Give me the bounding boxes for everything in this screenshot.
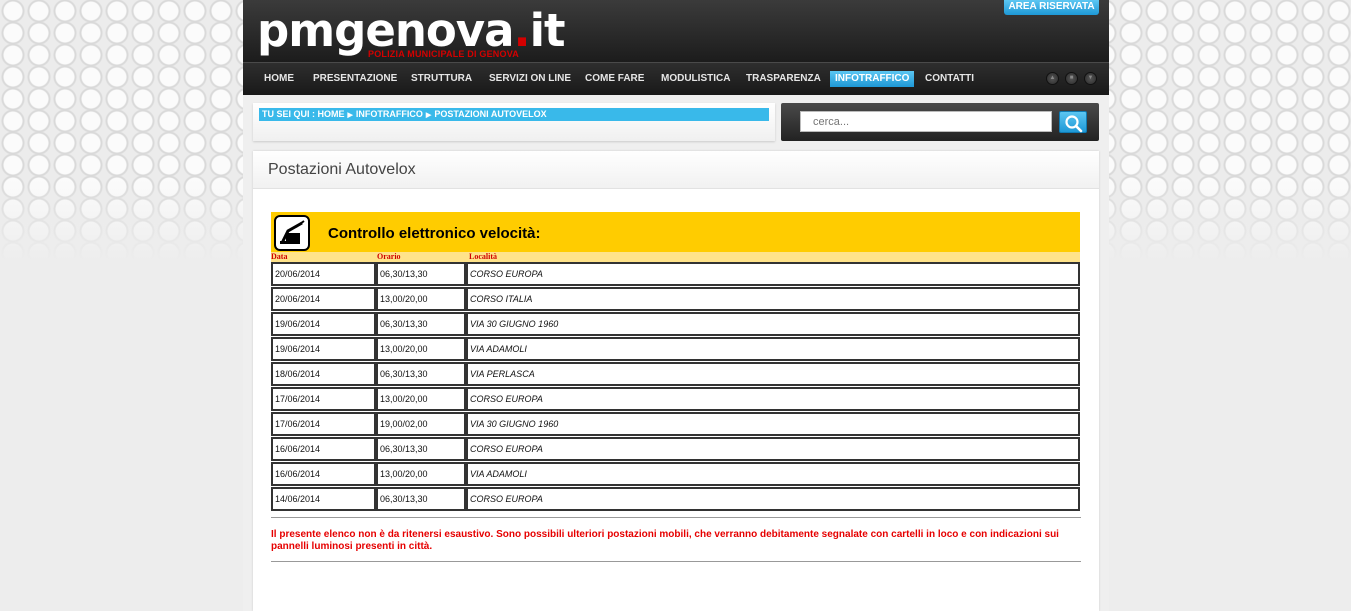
breadcrumb-home[interactable]: HOME [318,109,345,119]
table-row: 20/06/2014 13,00/20,00 CORSO ITALIA [271,287,1080,311]
breadcrumb-arrow-icon: ▶ [347,112,353,119]
cell-location: CORSO EUROPA [466,437,1080,461]
content-panel: Postazioni Autovelox Controllo elettroni… [253,151,1099,611]
cell-location: VIA ADAMOLI [466,462,1080,486]
cell-date: 20/06/2014 [271,262,376,286]
table-row: 20/06/2014 06,30/13,30 CORSO EUROPA [271,262,1080,286]
cell-date: 19/06/2014 [271,337,376,361]
cell-location: CORSO EUROPA [466,487,1080,511]
breadcrumb: TU SEI QUI : HOME ▶ INFOTRAFFICO ▶ POSTAZION… [259,108,769,121]
search-panel [781,103,1099,141]
speed-camera-icon [274,215,310,251]
cell-time: 06,30/13,30 [376,487,466,511]
disclaimer-notice: Il presente elenco non è da ritenersi es… [271,529,1059,552]
main-nav: HOME PRESENTAZIONE STRUTTURA SERVIZI ON … [243,62,1109,95]
logo-tld-text: it [529,4,566,57]
nav-item-struttura[interactable]: STRUTTURA [406,71,477,87]
cell-location: VIA PERLASCA [466,362,1080,386]
nav-item-come-fare[interactable]: COME FARE [580,71,649,87]
cell-time: 06,30/13,30 [376,312,466,336]
nav-item-contatti[interactable]: CONTATTI [920,71,979,87]
page-container: pmgenova.it POLIZIA MUNICIPALE DI GENOVA… [243,0,1109,611]
area-riservata-button[interactable]: AREA RISERVATA [1004,0,1099,15]
breadcrumb-arrow-icon: ▶ [425,112,432,119]
cell-location: VIA ADAMOLI [466,337,1080,361]
cell-date: 19/06/2014 [271,312,376,336]
cell-time: 06,30/13,30 [376,362,466,386]
cell-location: VIA 30 GIUGNO 1960 [466,312,1080,336]
logo-subtitle: POLIZIA MUNICIPALE DI GENOVA [368,49,519,59]
breadcrumb-panel: TU SEI QUI : HOME ▶ INFOTRAFFICO ▶ POSTAZION… [253,103,775,141]
cell-date: 14/06/2014 [271,487,376,511]
cell-time: 06,30/13,30 [376,437,466,461]
nav-item-home[interactable]: HOME [259,71,299,87]
search-icon [1065,115,1083,133]
divider [271,561,1081,562]
cell-date: 20/06/2014 [271,287,376,311]
cell-time: 13,00/20,00 [376,287,466,311]
cell-time: 13,00/20,00 [376,462,466,486]
column-header-localita: Località [469,252,497,261]
breadcrumb-current: POSTAZIONI AUTOVELOX [434,109,547,119]
cell-time: 13,00/20,00 [376,387,466,411]
content-header: Postazioni Autovelox [253,151,1099,189]
cell-time: 13,00/20,00 [376,337,466,361]
search-button[interactable] [1059,111,1087,133]
speed-control-banner: Controllo elettronico velocità: [271,212,1080,252]
site-header: pmgenova.it POLIZIA MUNICIPALE DI GENOVA… [243,0,1109,62]
divider [271,517,1081,518]
cell-location: VIA 30 GIUGNO 1960 [466,412,1080,436]
cell-location: CORSO EUROPA [466,387,1080,411]
cell-time: 06,30/13,30 [376,262,466,286]
nav-item-trasparenza[interactable]: TRASPARENZA [741,71,826,87]
nav-pause-icon[interactable]: ■ [1065,72,1078,85]
nav-next-icon[interactable]: ▼ [1084,72,1097,85]
cell-date: 16/06/2014 [271,437,376,461]
nav-item-presentazione[interactable]: PRESENTAZIONE [308,71,402,87]
column-header-orario: Orario [377,252,401,261]
cell-location: CORSO ITALIA [466,287,1080,311]
nav-item-infotraffico[interactable]: INFOTRAFFICO [830,71,915,87]
cell-time: 19,00/02,00 [376,412,466,436]
breadcrumb-prefix: TU SEI QUI : [262,109,316,119]
table-row: 14/06/2014 06,30/13,30 CORSO EUROPA [271,487,1080,511]
speed-camera-table: 20/06/2014 06,30/13,30 CORSO EUROPA 20/06/… [271,261,1080,512]
cell-date: 16/06/2014 [271,462,376,486]
banner-title: Controllo elettronico velocità: [328,225,541,242]
page-title: Postazioni Autovelox [268,161,416,178]
breadcrumb-infotraffico[interactable]: INFOTRAFFICO [356,109,423,119]
cell-date: 18/06/2014 [271,362,376,386]
table-row: 16/06/2014 06,30/13,30 CORSO EUROPA [271,437,1080,461]
nav-item-servizi-on-line[interactable]: SERVIZI ON LINE [484,71,576,87]
table-row: 19/06/2014 13,00/20,00 VIA ADAMOLI [271,337,1080,361]
cell-location: CORSO EUROPA [466,262,1080,286]
cell-date: 17/06/2014 [271,387,376,411]
table-row: 17/06/2014 13,00/20,00 CORSO EUROPA [271,387,1080,411]
column-header-data: Data [271,252,288,261]
table-row: 19/06/2014 06,30/13,30 VIA 30 GIUGNO 1960 [271,312,1080,336]
table-row: 16/06/2014 13,00/20,00 VIA ADAMOLI [271,462,1080,486]
cell-date: 17/06/2014 [271,412,376,436]
nav-item-modulistica[interactable]: MODULISTICA [656,71,735,87]
search-input[interactable] [800,111,1052,132]
table-row: 17/06/2014 19,00/02,00 VIA 30 GIUGNO 1960 [271,412,1080,436]
table-row: 18/06/2014 06,30/13,30 VIA PERLASCA [271,362,1080,386]
nav-prev-icon[interactable]: ▲ [1046,72,1059,85]
